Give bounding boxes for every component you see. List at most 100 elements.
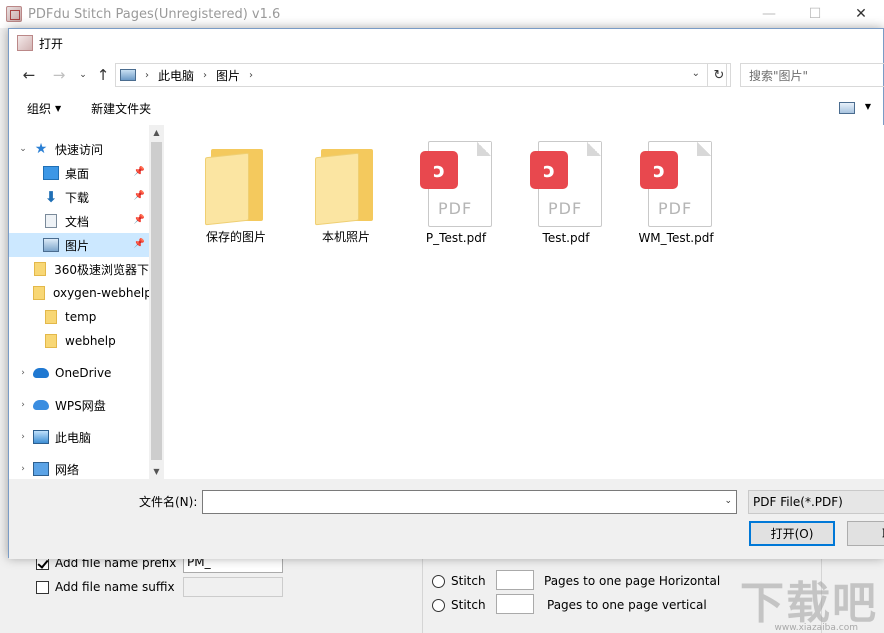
nav-label: oxygen-webhelp xyxy=(53,286,149,300)
nav-quick-access[interactable]: ⌄ ★ 快速访问 xyxy=(9,137,149,161)
collapsed-chevron-icon[interactable]: › xyxy=(17,368,29,378)
view-caret-down-icon[interactable]: ▼ xyxy=(865,102,871,111)
scroll-down-icon[interactable]: ▼ xyxy=(149,464,164,479)
dialog-toolbar: 组织 ▼ 新建文件夹 ▼ xyxy=(9,93,884,123)
file-item-folder[interactable]: 本机照片 xyxy=(296,135,396,245)
nav-label: 文档 xyxy=(65,214,90,229)
scroll-up-icon[interactable]: ▲ xyxy=(149,125,164,140)
stitch-horizontal-option[interactable]: Stitch xyxy=(432,574,486,588)
nav-item-folder[interactable]: oxygen-webhelp xyxy=(9,281,149,305)
address-bar[interactable]: › 此电脑 › 图片 › ⌄ xyxy=(115,63,727,87)
nav-item-onedrive[interactable]: › OneDrive xyxy=(9,361,149,385)
forward-arrow-icon[interactable]: → xyxy=(47,63,71,87)
breadcrumb-separator-icon[interactable]: › xyxy=(145,70,149,81)
breadcrumb-separator-icon[interactable]: › xyxy=(249,70,253,81)
breadcrumb-pictures[interactable]: 图片 xyxy=(216,67,240,84)
watermark-url: www.xiazaiba.com xyxy=(774,623,858,633)
file-item-pdf[interactable]: ↄ PDF P_Test.pdf xyxy=(406,135,506,245)
app-logo-icon xyxy=(6,6,22,22)
folder-icon xyxy=(315,143,377,226)
file-item-folder[interactable]: 保存的图片 xyxy=(186,135,286,245)
pdf-glyph: PDF xyxy=(548,199,583,218)
nav-item-desktop[interactable]: 桌面 📌 xyxy=(9,161,149,185)
file-name: 保存的图片 xyxy=(205,230,266,244)
file-name: WM_Test.pdf xyxy=(638,231,714,245)
minimize-icon[interactable]: — xyxy=(746,0,792,28)
nav-item-folder[interactable]: 360极速浏览器下 xyxy=(9,257,149,281)
file-name: 本机照片 xyxy=(321,230,370,244)
nav-item-downloads[interactable]: ⬇ 下载 📌 xyxy=(9,185,149,209)
view-options-icon[interactable] xyxy=(839,102,855,114)
nav-label: OneDrive xyxy=(55,366,112,380)
address-row: ← → ⌄ ↑ › 此电脑 › 图片 › ⌄ ↻ 搜索"图片" xyxy=(9,61,884,89)
search-input[interactable]: 搜索"图片" xyxy=(740,63,884,87)
suffix-option[interactable]: Add file name suffix xyxy=(36,580,175,594)
refresh-icon[interactable]: ↻ xyxy=(707,63,731,87)
nav-label: temp xyxy=(65,310,97,324)
pdf-file-icon: ↄ PDF xyxy=(640,141,712,227)
pin-icon: 📌 xyxy=(133,239,145,249)
filename-label: 文件名(N): xyxy=(139,495,198,509)
close-icon[interactable]: ✕ xyxy=(838,0,884,28)
nav-item-folder[interactable]: webhelp xyxy=(9,329,149,353)
nav-item-pictures[interactable]: 图片 📌 xyxy=(9,233,149,257)
nav-item-network[interactable]: › 网络 xyxy=(9,457,149,481)
scroll-thumb[interactable] xyxy=(151,142,162,460)
file-item-pdf[interactable]: ↄ PDF Test.pdf xyxy=(516,135,616,245)
caret-down-icon: ▼ xyxy=(55,103,62,113)
collapsed-chevron-icon[interactable]: › xyxy=(17,464,29,474)
nav-item-folder[interactable]: temp xyxy=(9,305,149,329)
nav-label: 此电脑 xyxy=(55,430,92,445)
dialog-titlebar: 打开 xyxy=(9,29,883,57)
filetype-select[interactable]: PDF File(*.PDF) xyxy=(748,490,884,514)
expanded-chevron-icon[interactable]: ⌄ xyxy=(17,144,29,154)
dialog-app-icon xyxy=(17,35,33,51)
stitch-vertical-option[interactable]: Stitch xyxy=(432,598,486,612)
suffix-input[interactable] xyxy=(183,577,283,597)
nav-item-wps[interactable]: › WPS网盘 xyxy=(9,393,149,417)
dialog-title: 打开 xyxy=(39,36,64,51)
stitch-horizontal-radio[interactable] xyxy=(432,574,445,588)
cloud-icon xyxy=(33,368,49,378)
pdf-file-icon: ↄ PDF xyxy=(420,141,492,227)
open-button[interactable]: 打开(O) xyxy=(749,521,835,546)
file-item-pdf[interactable]: ↄ PDF WM_Test.pdf xyxy=(626,135,726,245)
nav-item-this-pc[interactable]: › 此电脑 xyxy=(9,425,149,449)
folder-icon xyxy=(45,310,57,324)
breadcrumb-this-pc[interactable]: 此电脑 xyxy=(158,67,194,84)
watermark-logo: 下载吧 xyxy=(740,578,878,629)
collapsed-chevron-icon[interactable]: › xyxy=(17,432,29,442)
suffix-checkbox[interactable] xyxy=(36,580,49,594)
stitch-vertical-count[interactable] xyxy=(496,594,534,614)
dialog-footer: 文件名(N): ⌄ PDF File(*.PDF) 打开(O) 取 xyxy=(9,479,884,559)
stitch-horizontal-count[interactable] xyxy=(496,570,534,590)
nav-label: 下载 xyxy=(65,190,90,205)
stitch-vertical-radio[interactable] xyxy=(432,598,445,612)
nav-label: webhelp xyxy=(65,334,116,348)
file-name: Test.pdf xyxy=(542,231,590,245)
address-dropdown-icon[interactable]: ⌄ xyxy=(692,68,700,79)
app-title: PDFdu Stitch Pages(Unregistered) v1.6 xyxy=(28,6,281,22)
breadcrumb-separator-icon[interactable]: › xyxy=(203,70,207,81)
folder-icon xyxy=(45,334,57,348)
back-arrow-icon[interactable]: ← xyxy=(17,63,41,87)
up-arrow-icon[interactable]: ↑ xyxy=(91,63,115,87)
filename-dropdown-icon[interactable]: ⌄ xyxy=(724,496,732,506)
new-folder-button[interactable]: 新建文件夹 xyxy=(91,100,151,117)
collapsed-chevron-icon[interactable]: › xyxy=(17,400,29,410)
pin-icon: 📌 xyxy=(133,191,145,201)
organize-button[interactable]: 组织 ▼ xyxy=(27,100,61,117)
pdf-file-icon: ↄ PDF xyxy=(530,141,602,227)
network-icon xyxy=(33,462,49,476)
nav-scrollbar[interactable]: ▲ ▼ xyxy=(149,125,164,479)
filename-input[interactable]: ⌄ xyxy=(202,490,737,514)
folder-icon xyxy=(34,262,47,276)
stitch-horizontal-label: Stitch xyxy=(451,574,486,588)
maximize-icon[interactable]: ☐ xyxy=(792,0,838,28)
file-list: 保存的图片 本机照片 ↄ PDF P_Test.pdf ↄ PDF Test.p… xyxy=(164,125,884,479)
file-name: P_Test.pdf xyxy=(425,231,487,245)
nav-item-documents[interactable]: 文档 📌 xyxy=(9,209,149,233)
open-file-dialog: 打开 ← → ⌄ ↑ › 此电脑 › 图片 › ⌄ ↻ 搜索"图片" 组织 ▼ … xyxy=(8,28,884,559)
cancel-button[interactable]: 取 xyxy=(847,521,884,546)
folder-icon xyxy=(205,143,267,226)
